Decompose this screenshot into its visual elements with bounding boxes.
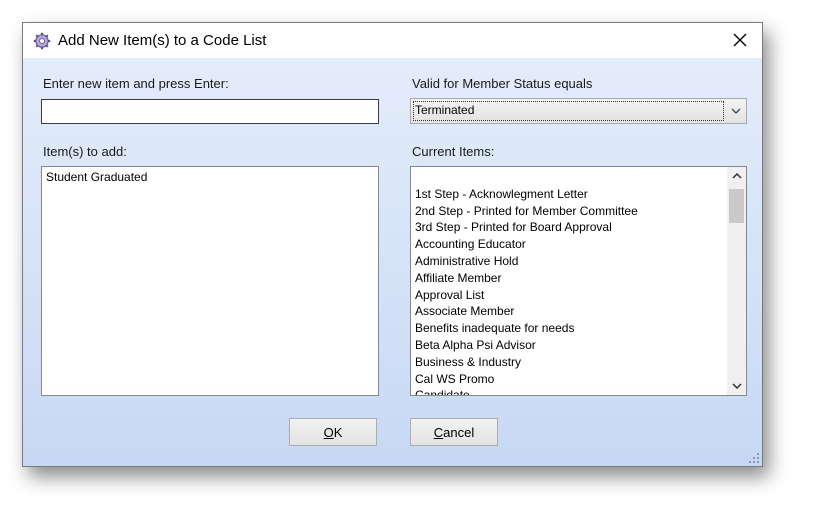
ok-label-rest: K [333,424,343,440]
list-item[interactable]: Administrative Hold [411,253,746,270]
add-code-list-dialog: Add New Item(s) to a Code List Enter new… [22,22,763,467]
list-item[interactable]: Associate Member [411,303,746,320]
list-item[interactable]: 3rd Step - Printed for Board Approval [411,219,746,236]
ok-button[interactable]: OK [289,418,377,446]
list-item[interactable]: Cal WS Promo [411,371,746,388]
list-item[interactable]: Benefits inadequate for needs [411,320,746,337]
scroll-up-button[interactable] [727,167,746,185]
new-item-input[interactable] [41,99,379,124]
dropdown-button[interactable] [725,99,746,123]
list-item[interactable] [411,169,746,186]
list-item[interactable]: Beta Alpha Psi Advisor [411,337,746,354]
list-item[interactable]: 2nd Step - Printed for Member Committee [411,203,746,220]
new-item-label: Enter new item and press Enter: [43,76,229,91]
member-status-label: Valid for Member Status equals [412,76,593,91]
list-item[interactable]: Student Graduated [42,169,378,186]
vertical-scrollbar[interactable] [727,167,746,395]
chevron-down-icon [731,108,740,114]
list-item[interactable]: Accounting Educator [411,236,746,253]
current-items-listbox[interactable]: 1st Step - Acknowlegment Letter 2nd Step… [410,166,747,396]
list-item[interactable]: Approval List [411,287,746,304]
cancel-mnemonic: C [433,424,444,440]
dialog-body: Enter new item and press Enter: Item(s) … [23,58,762,466]
ok-mnemonic: O [323,424,334,440]
list-item[interactable]: Candidate [411,387,746,395]
title-bar[interactable]: Add New Item(s) to a Code List [23,23,762,58]
dialog-title: Add New Item(s) to a Code List [58,32,267,49]
scroll-thumb[interactable] [729,189,744,223]
close-button[interactable] [718,23,762,57]
chevron-down-icon [731,383,742,389]
member-status-select[interactable]: Terminated [410,98,747,124]
cancel-button[interactable]: Cancel [410,418,498,446]
member-status-value: Terminated [413,101,724,121]
list-item[interactable]: Affiliate Member [411,270,746,287]
chevron-up-icon [731,173,742,179]
list-item[interactable]: 1st Step - Acknowlegment Letter [411,186,746,203]
list-item[interactable]: Business & Industry [411,354,746,371]
resize-grip-icon[interactable] [748,452,760,464]
cancel-label-rest: ancel [443,424,475,440]
scroll-down-button[interactable] [727,377,746,395]
items-to-add-listbox[interactable]: Student Graduated [41,166,379,396]
items-to-add-label: Item(s) to add: [43,144,127,159]
current-items-label: Current Items: [412,144,495,159]
close-icon [733,33,747,47]
gear-icon [33,32,51,50]
